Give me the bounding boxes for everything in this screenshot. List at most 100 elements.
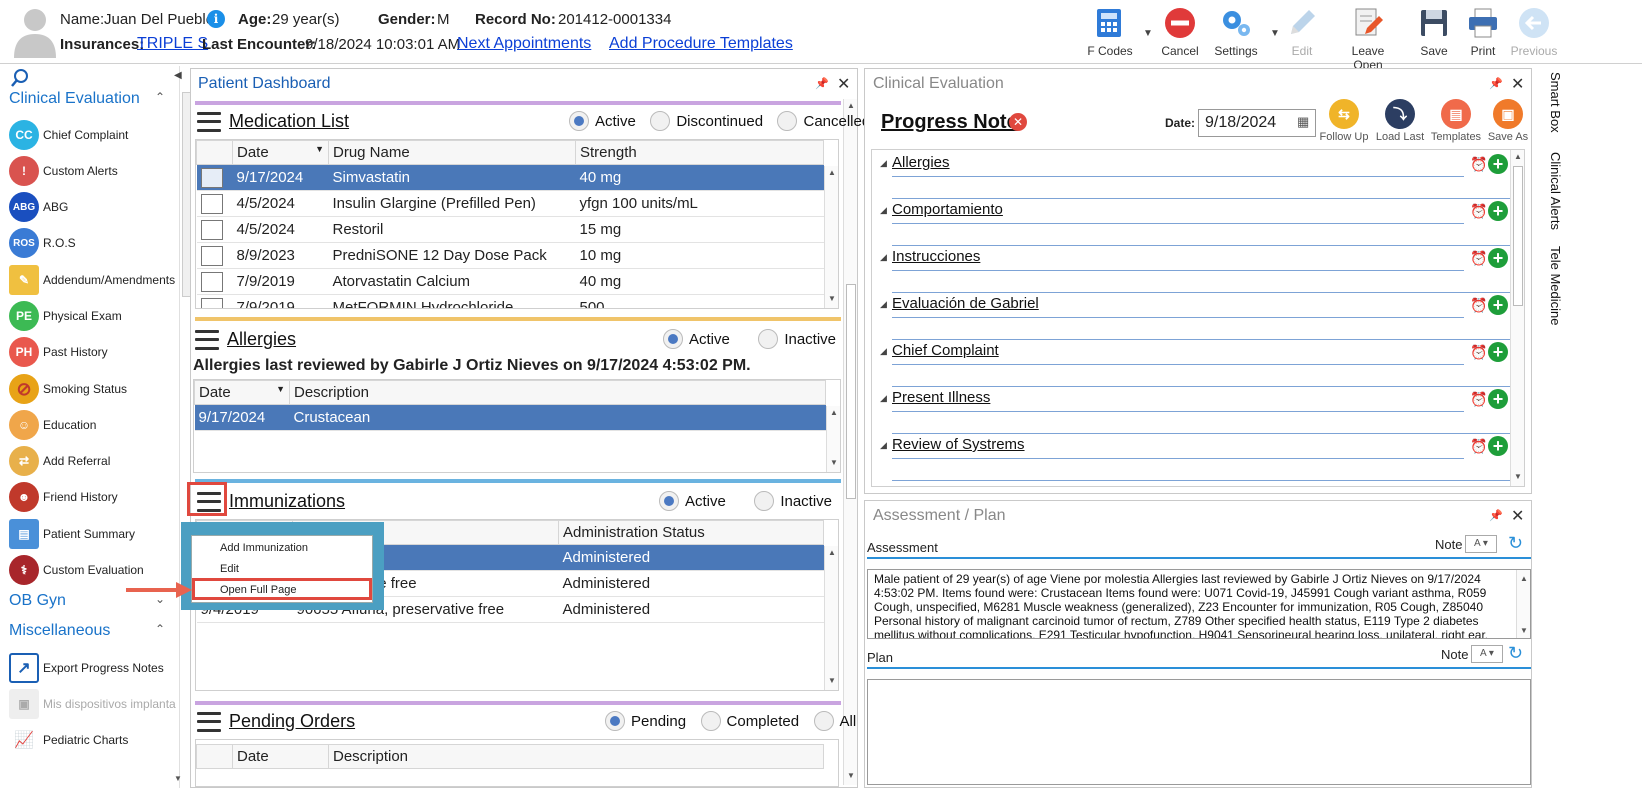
menu-item-edit[interactable]: Edit — [220, 563, 239, 575]
load-last-button[interactable]: ⤵ Load Last — [1373, 99, 1427, 143]
immunizations-scrollbar[interactable]: ▲ ▼ — [824, 546, 838, 690]
col-strength[interactable]: Strength — [575, 140, 824, 165]
nav-item-add-referral[interactable]: ⇄ Add Referral — [9, 444, 181, 478]
section-evaluacion-gabriel[interactable]: ◢ Evaluación de Gabriel ⏰ + — [880, 295, 1520, 343]
nav-item-smoking-status[interactable]: ⊘ Smoking Status — [9, 372, 181, 406]
assessment-scrollbar[interactable]: ▲ ▼ — [1516, 570, 1530, 638]
expand-arrow-icon[interactable]: ◢ — [880, 252, 887, 263]
section-instrucciones[interactable]: ◢ Instrucciones ⏰ + — [880, 248, 1520, 296]
collapse-nav-icon[interactable]: ◀ — [174, 70, 182, 81]
table-row[interactable]: 9/17/2024 Crustacean — [194, 404, 826, 431]
add-icon[interactable]: + — [1488, 295, 1508, 315]
alarm-clock-icon[interactable]: ⏰ — [1470, 344, 1487, 361]
medication-scrollbar[interactable]: ▲ ▼ — [824, 166, 838, 308]
sections-scroll-thumb[interactable] — [1513, 166, 1523, 306]
close-icon[interactable]: ✕ — [1511, 506, 1524, 526]
fcodes-button[interactable]: F Codes — [1078, 4, 1142, 60]
pin-icon[interactable]: 📌 — [1489, 77, 1503, 90]
refresh-icon[interactable]: ↻ — [1508, 643, 1523, 664]
radio-inactive[interactable]: Inactive — [754, 491, 832, 511]
nav-item-chief-complaint[interactable]: CC Chief Complaint — [9, 118, 181, 152]
expand-arrow-icon[interactable]: ◢ — [880, 158, 887, 169]
nav-item-export-progress-notes[interactable]: ↗ Export Progress Notes — [9, 651, 181, 685]
nav-item-pediatric-charts[interactable]: 📈 Pediatric Charts — [9, 723, 181, 757]
cancel-button[interactable]: Cancel — [1148, 4, 1212, 60]
radio-active[interactable]: Active — [659, 491, 726, 511]
allergies-scrollbar[interactable]: ▲ ▼ — [826, 406, 840, 472]
settings-button[interactable]: Settings — [1204, 4, 1268, 60]
edit-button[interactable]: Edit — [1270, 4, 1334, 60]
table-row[interactable]: 7/9/2019 MetFORMIN Hydrochloride 500 — [196, 294, 824, 308]
nav-item-patient-summary[interactable]: ▤ Patient Summary — [9, 517, 181, 551]
expand-arrow-icon[interactable]: ◢ — [880, 346, 887, 357]
add-icon[interactable]: + — [1488, 342, 1508, 362]
expand-arrow-icon[interactable]: ◢ — [880, 299, 887, 310]
save-as-button[interactable]: ▣ Save As — [1481, 99, 1535, 143]
nav-item-friend-history[interactable]: ☻ Friend History — [9, 480, 181, 514]
alarm-clock-icon[interactable]: ⏰ — [1470, 250, 1487, 267]
radio-pending[interactable]: Pending — [605, 711, 686, 731]
insurance-link[interactable]: TRIPLE S — [137, 35, 208, 53]
alarm-clock-icon[interactable]: ⏰ — [1470, 391, 1487, 408]
section-chief-complaint[interactable]: ◢ Chief Complaint ⏰ + — [880, 342, 1520, 390]
row-checkbox[interactable] — [200, 271, 223, 292]
tab-smart-box[interactable]: Smart Box — [1548, 72, 1563, 133]
radio-discontinued[interactable]: Discontinued — [650, 111, 763, 131]
dashboard-scrollbar[interactable]: ▲ ▼ — [843, 99, 857, 785]
add-icon[interactable]: + — [1488, 248, 1508, 268]
search-icon[interactable] — [10, 68, 30, 88]
info-icon[interactable]: i — [207, 10, 225, 28]
alarm-clock-icon[interactable]: ⏰ — [1470, 297, 1487, 314]
table-row[interactable]: 9/17/2024 Simvastatin 40 mg — [196, 164, 824, 191]
add-icon[interactable]: + — [1488, 201, 1508, 221]
dashboard-scroll-thumb[interactable] — [846, 284, 856, 499]
table-row[interactable]: 4/5/2024 Insulin Glargine (Prefilled Pen)… — [196, 190, 824, 217]
alarm-clock-icon[interactable]: ⏰ — [1470, 203, 1487, 220]
close-icon[interactable]: ✕ — [1511, 74, 1524, 94]
alarm-clock-icon[interactable]: ⏰ — [1470, 156, 1487, 173]
col-drug-name[interactable]: Drug Name — [328, 140, 576, 165]
allergies-menu-icon[interactable] — [195, 329, 219, 350]
nav-item-education[interactable]: ☺ Education — [9, 408, 181, 442]
calendar-icon[interactable]: ▦ — [1297, 114, 1309, 130]
refresh-icon[interactable]: ↻ — [1508, 533, 1523, 554]
previous-button[interactable]: Previous — [1502, 4, 1566, 60]
tab-tele-medicine[interactable]: Tele Medicine — [1548, 246, 1563, 326]
nav-item-addendum[interactable]: ✎ Addendum/Amendments — [9, 263, 181, 297]
radio-active[interactable]: Active — [569, 111, 636, 131]
table-row[interactable]: 8/9/2023 PredniSONE 12 Day Dose Pack 10 mg — [196, 242, 824, 269]
expand-arrow-icon[interactable]: ◢ — [880, 205, 887, 216]
next-appointments-link[interactable]: Next Appointments — [457, 35, 591, 53]
nav-item-implanted-devices[interactable]: ▣ Mis dispositivos implanta — [9, 687, 181, 721]
col-date[interactable]: Date ▼ — [232, 140, 329, 165]
note-format-dropdown[interactable]: A ▾ — [1465, 535, 1497, 553]
menu-item-add-immunization[interactable]: Add Immunization — [220, 542, 308, 554]
date-field[interactable]: 9/18/2024 ▦ — [1198, 109, 1316, 137]
row-checkbox[interactable] — [200, 219, 223, 240]
assessment-textarea[interactable]: Male patient of 29 year(s) of age Viene … — [867, 569, 1531, 639]
nav-item-physical-exam[interactable]: PE Physical Exam — [9, 299, 181, 333]
alarm-clock-icon[interactable]: ⏰ — [1470, 438, 1487, 455]
radio-cancelled[interactable]: Cancelled — [777, 111, 870, 131]
add-icon[interactable]: + — [1488, 154, 1508, 174]
plan-format-dropdown[interactable]: A ▾ — [1471, 645, 1503, 663]
col-date[interactable]: Date ▼ — [194, 380, 290, 405]
sections-scrollbar[interactable]: ▲ ▼ — [1510, 150, 1524, 486]
add-procedure-templates-link[interactable]: Add Procedure Templates — [609, 35, 793, 53]
add-icon[interactable]: + — [1488, 436, 1508, 456]
pin-icon[interactable]: 📌 — [1489, 509, 1503, 522]
expand-arrow-icon[interactable]: ◢ — [880, 393, 887, 404]
radio-completed[interactable]: Completed — [700, 711, 799, 731]
medication-menu-icon[interactable] — [197, 111, 221, 132]
row-checkbox[interactable] — [200, 245, 223, 266]
add-icon[interactable]: + — [1488, 389, 1508, 409]
templates-button[interactable]: ▤ Templates — [1429, 99, 1483, 143]
pending-menu-icon[interactable] — [197, 711, 221, 732]
nav-item-custom-alerts[interactable]: ! Custom Alerts — [9, 154, 181, 188]
table-row[interactable]: 4/5/2024 Restoril 15 mg — [196, 216, 824, 243]
pin-icon[interactable]: 📌 — [815, 77, 829, 90]
row-checkbox[interactable] — [200, 193, 223, 214]
tab-clinical-alerts[interactable]: Clinical Alerts — [1548, 152, 1563, 230]
section-allergies[interactable]: ◢ Allergies ⏰ + — [880, 154, 1520, 202]
remove-note-icon[interactable]: ✕ — [1009, 113, 1027, 131]
